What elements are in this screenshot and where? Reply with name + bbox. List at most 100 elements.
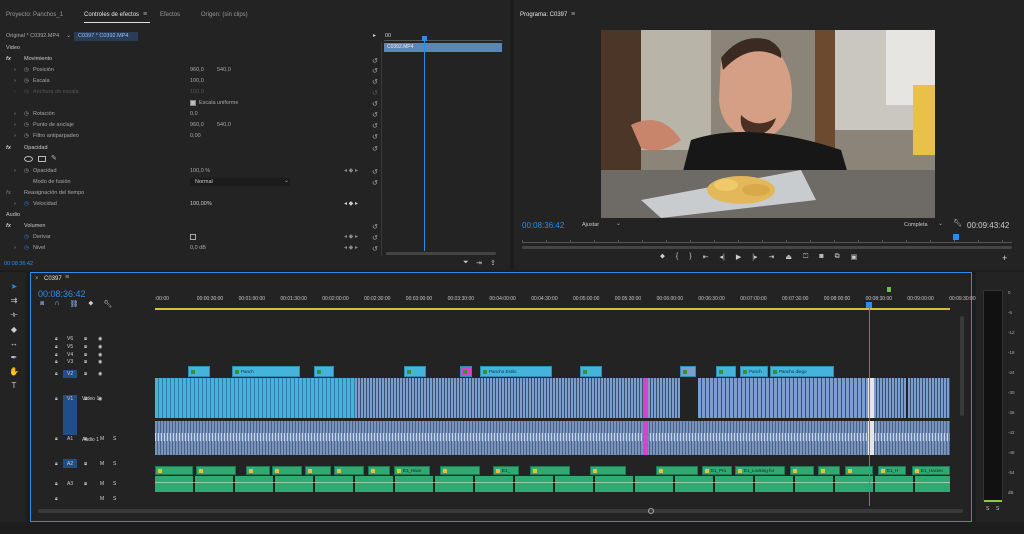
solo-track-button[interactable]: S: [113, 436, 116, 442]
ripple-icon[interactable]: ⇥: [476, 259, 482, 267]
add-marker-icon[interactable]: ⬥: [660, 253, 665, 265]
expand-arrow-icon[interactable]: ›: [14, 78, 16, 84]
v1-clip[interactable]: [874, 378, 906, 418]
solo-track-button[interactable]: S: [113, 461, 116, 467]
a2-clip[interactable]: [656, 466, 698, 475]
wrench-icon[interactable]: 🔧︎: [103, 300, 112, 308]
antiflicker-value[interactable]: 0,00: [190, 133, 201, 139]
expand-arrow-icon[interactable]: ›: [14, 168, 16, 174]
expand-arrow-icon[interactable]: ›: [14, 133, 16, 139]
a2-clip[interactable]: [155, 466, 193, 475]
camera-icon[interactable]: ◙: [819, 253, 823, 265]
eye-icon[interactable]: ◉: [98, 359, 102, 365]
pen-tool-icon[interactable]: ✒: [11, 353, 18, 362]
v2-clip[interactable]: Panch: [232, 366, 300, 377]
snap-icon[interactable]: ∩: [54, 300, 59, 308]
v2-clip[interactable]: Pancho diego: [770, 366, 834, 377]
export-frame-icon[interactable]: ⇪: [490, 259, 496, 267]
lock-track-icon[interactable]: 🔒︎: [55, 352, 58, 358]
stopwatch-icon[interactable]: ◷: [24, 78, 29, 84]
uniform-scale-checkbox[interactable]: [190, 100, 196, 106]
mute-track-button[interactable]: M: [100, 481, 104, 487]
v2-clip[interactable]: [716, 366, 736, 377]
position-y-value[interactable]: 540,0: [217, 67, 231, 73]
program-playhead-icon[interactable]: [953, 234, 959, 240]
v1-clip[interactable]: [648, 378, 680, 418]
eye-icon[interactable]: ◉: [98, 344, 102, 350]
tab-effects[interactable]: Efectos: [160, 12, 180, 18]
reset-icon[interactable]: ↺: [372, 67, 378, 75]
stopwatch-icon[interactable]: ◷: [24, 234, 29, 240]
ec-scrollbar[interactable]: [386, 252, 496, 255]
effect-controls-timecode[interactable]: 00:08:36:42: [4, 261, 33, 267]
nest-icon[interactable]: ⧈: [40, 300, 44, 308]
anchor-y-value[interactable]: 540,0: [217, 122, 231, 128]
solo-track-button[interactable]: S: [113, 481, 116, 487]
stopwatch-icon[interactable]: ◷: [24, 111, 29, 117]
sync-lock-icon[interactable]: ⧈: [84, 481, 87, 487]
a2-clip[interactable]: [334, 466, 364, 475]
v1-clip[interactable]: [908, 378, 950, 418]
lock-track-icon[interactable]: 🔒︎: [55, 344, 58, 350]
program-scrollbar[interactable]: [522, 246, 1012, 249]
a2-clip[interactable]: [818, 466, 840, 475]
tab-project[interactable]: Proyecto: Panchos_1: [6, 12, 63, 18]
play-icon[interactable]: ▶: [736, 253, 741, 265]
sync-lock-icon[interactable]: ⧈: [84, 336, 87, 342]
meter-solo-left-button[interactable]: S: [986, 506, 989, 512]
level-value[interactable]: 0,0 dB: [190, 245, 206, 251]
a1-track[interactable]: [155, 421, 950, 455]
v1-clip[interactable]: [698, 378, 868, 418]
sync-lock-icon[interactable]: ⧈: [84, 359, 87, 365]
v2-clip[interactable]: [460, 366, 472, 377]
slip-tool-icon[interactable]: ↔: [10, 339, 18, 348]
lock-track-icon[interactable]: 🔒︎: [55, 496, 58, 502]
add-keyframe-icon[interactable]: ◂ ◆ ▸: [344, 167, 358, 174]
tab-effect-controls[interactable]: Controles de efectos: [84, 12, 139, 18]
comparison-view-icon[interactable]: ⧉: [835, 253, 840, 265]
a2-clip[interactable]: E1_H: [878, 466, 906, 475]
stopwatch-icon[interactable]: ◷: [24, 122, 29, 128]
go-to-out-icon[interactable]: ⇥: [769, 253, 775, 265]
close-icon[interactable]: ×: [35, 276, 39, 282]
speed-value[interactable]: 100,00%: [190, 201, 212, 207]
opacity-value[interactable]: 100,0 %: [190, 168, 210, 174]
lock-track-icon[interactable]: 🔒︎: [55, 481, 58, 487]
reset-icon[interactable]: ↺: [372, 223, 378, 231]
master-clip-selector[interactable]: Original * C0392.MP4: [6, 33, 59, 39]
zoom-handle-icon[interactable]: [648, 508, 654, 514]
mark-out-icon[interactable]: }: [689, 253, 691, 265]
razor-tool-icon[interactable]: ◆: [11, 325, 17, 334]
eye-icon[interactable]: ◉: [98, 352, 102, 358]
chevron-down-icon[interactable]: ⌄: [284, 177, 289, 184]
a2-clip[interactable]: [305, 466, 331, 475]
movement-label[interactable]: Movimiento: [24, 56, 52, 62]
step-forward-icon[interactable]: |▸: [752, 253, 757, 265]
a2-clip[interactable]: E1_Pro: [702, 466, 732, 475]
sync-lock-icon[interactable]: ⧈: [84, 371, 87, 377]
solo-track-button[interactable]: S: [113, 496, 116, 502]
meter-solo-right-button[interactable]: S: [996, 506, 999, 512]
a2-clip[interactable]: [790, 466, 814, 475]
type-tool-icon[interactable]: T: [12, 381, 17, 390]
anchor-x-value[interactable]: 960,0: [190, 122, 204, 128]
reset-icon[interactable]: ↺: [372, 234, 378, 242]
position-x-value[interactable]: 960,0: [190, 67, 204, 73]
v2-clip[interactable]: [580, 366, 602, 377]
reset-icon[interactable]: ↺: [372, 111, 378, 119]
reset-icon[interactable]: ↺: [372, 145, 378, 153]
opacity-section-label[interactable]: Opacidad: [24, 145, 48, 151]
sync-lock-icon[interactable]: ⧈: [84, 344, 87, 350]
mute-track-button[interactable]: M: [100, 461, 104, 467]
bypass-checkbox[interactable]: [190, 234, 196, 240]
expand-arrow-icon[interactable]: ›: [14, 245, 16, 251]
a1-clip-highlight[interactable]: [643, 421, 648, 455]
chevron-down-icon[interactable]: ⌄: [938, 220, 943, 227]
tab-menu-icon[interactable]: ≡: [571, 11, 575, 18]
ellipse-mask-icon[interactable]: [24, 156, 33, 162]
linked-selection-icon[interactable]: ⛓: [69, 300, 78, 308]
v2-clip[interactable]: [404, 366, 426, 377]
a2-clip[interactable]: E1_Looking for: [735, 466, 785, 475]
extract-icon[interactable]: ⏍: [803, 253, 808, 265]
stopwatch-icon[interactable]: ◷: [24, 168, 29, 174]
